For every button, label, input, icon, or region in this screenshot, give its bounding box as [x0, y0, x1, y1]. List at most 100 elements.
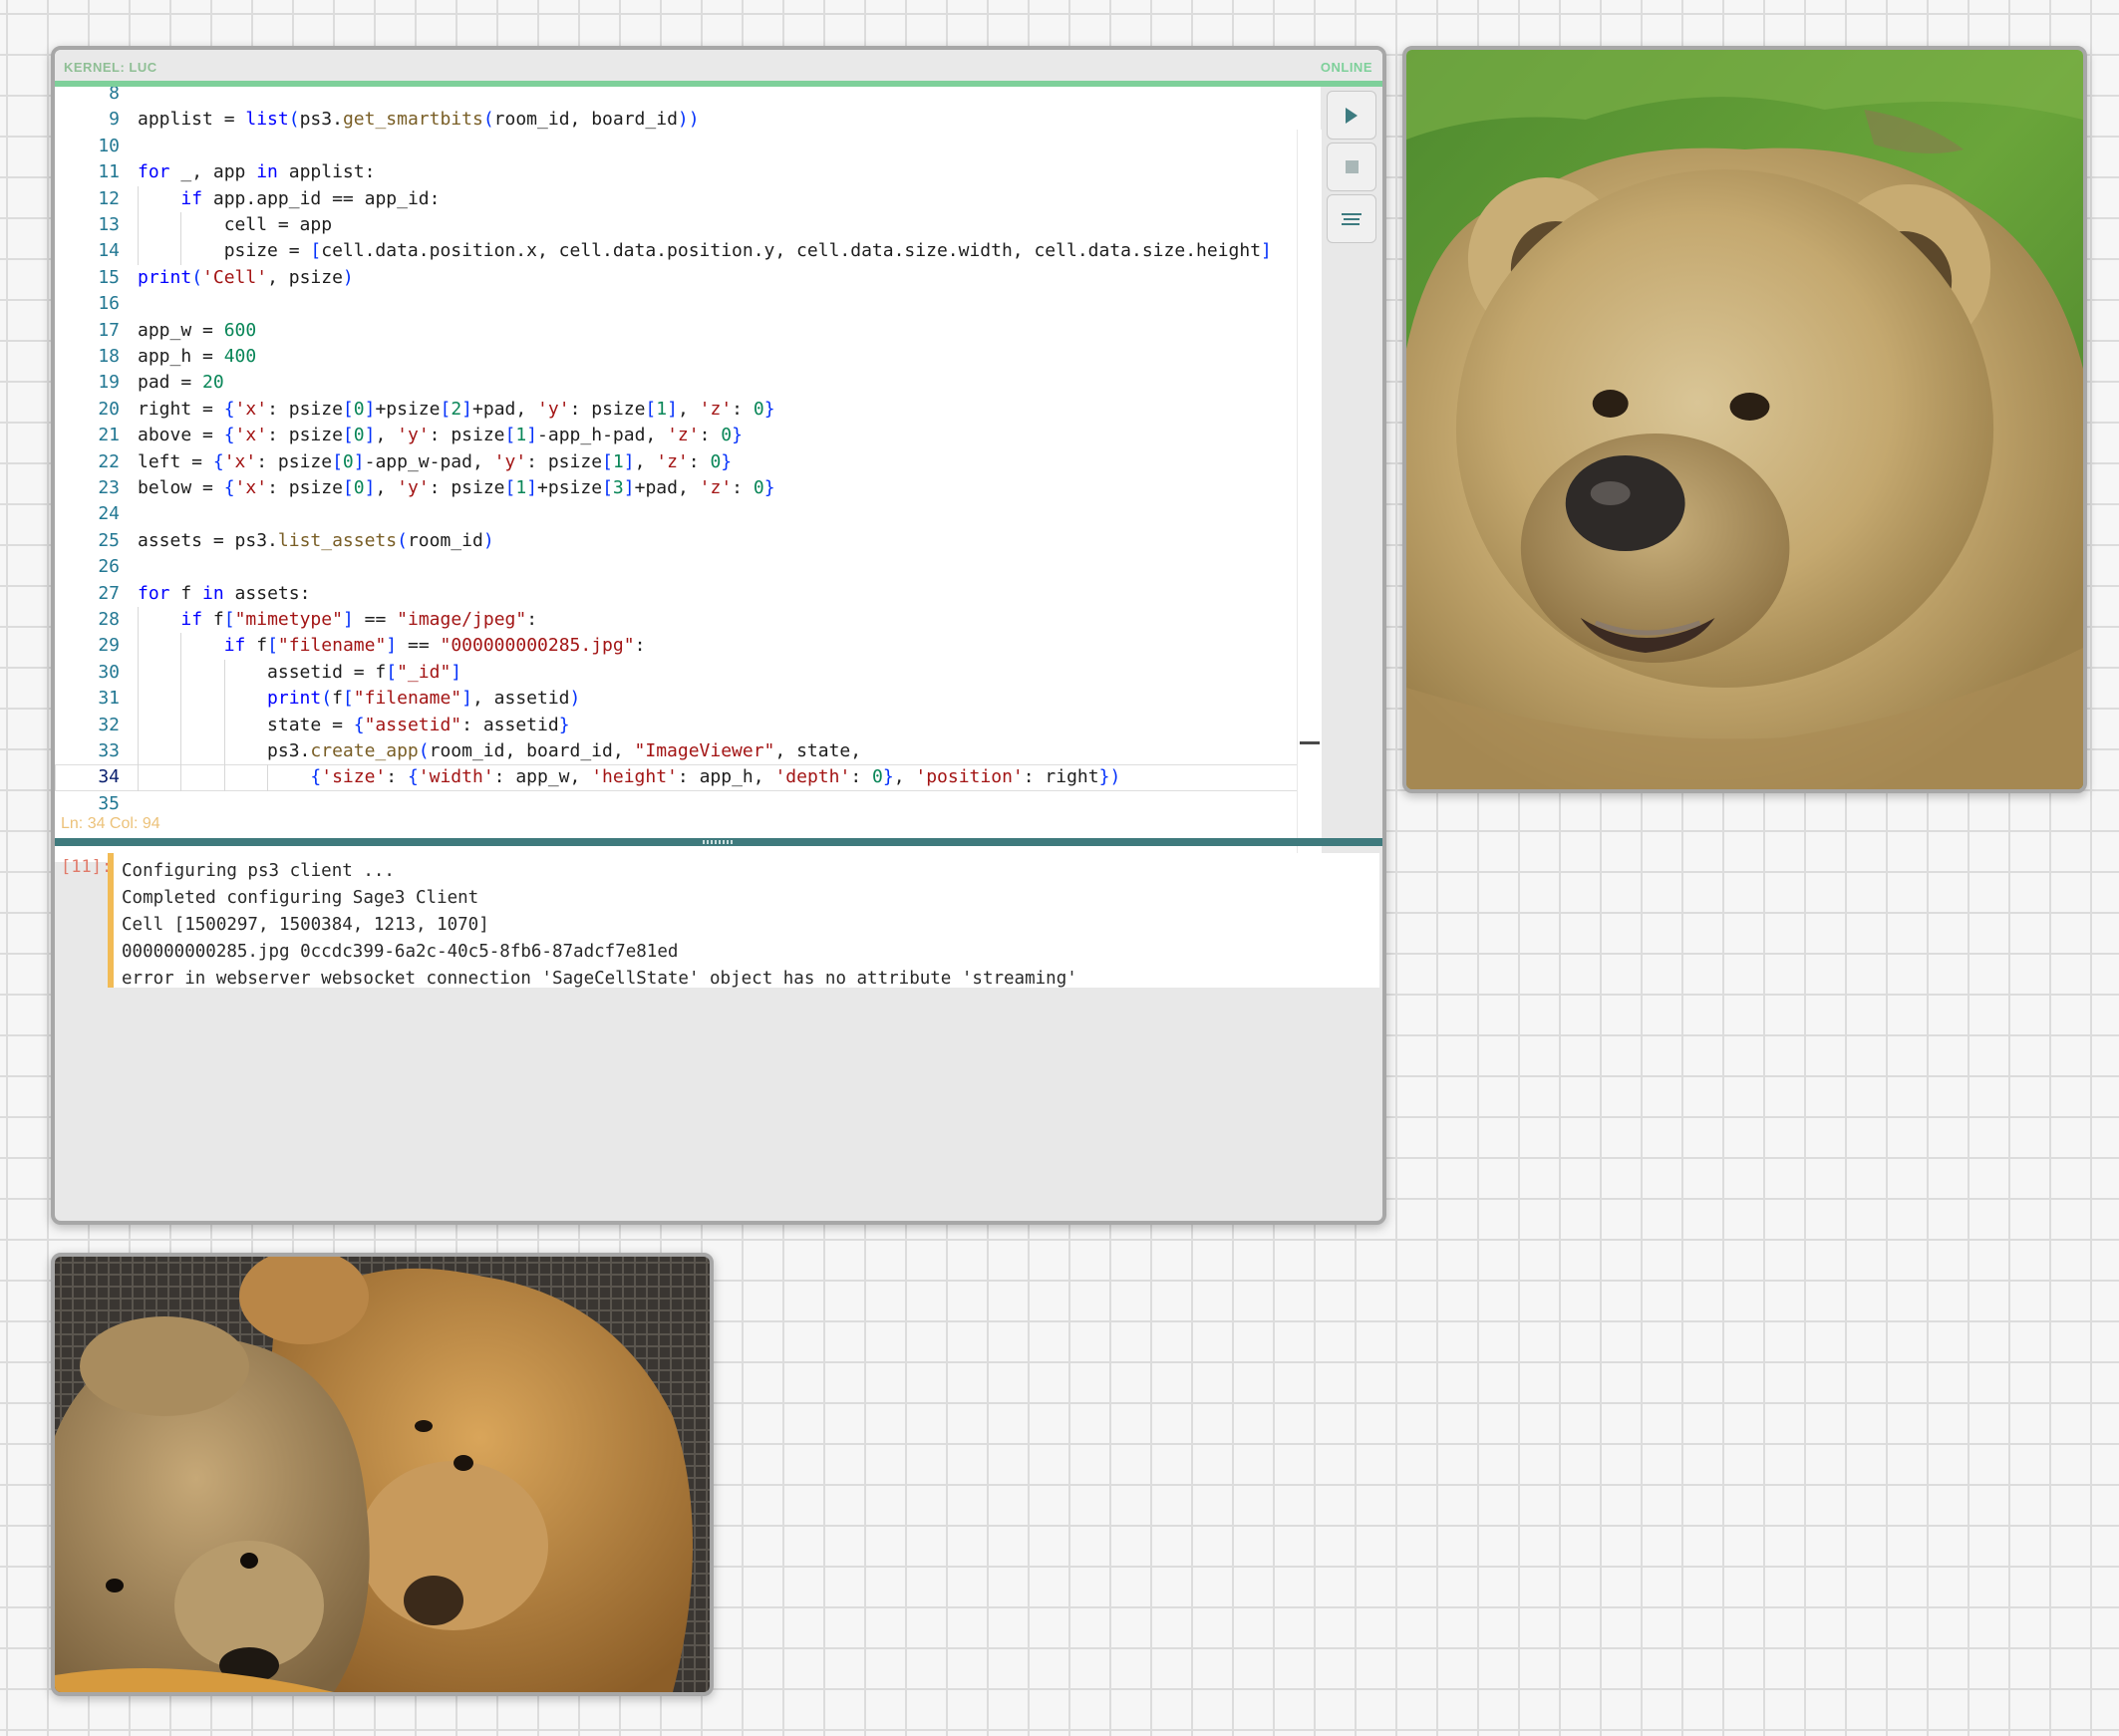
indent-guide — [138, 686, 139, 713]
stop-button[interactable] — [1327, 143, 1376, 191]
code-line[interactable]: 32 state = {"assetid": assetid} — [55, 712, 1321, 738]
cell-toolbar — [1327, 91, 1378, 246]
code-line[interactable]: 16 — [55, 291, 1321, 317]
code-text: if app.app_id == app_id: — [180, 187, 441, 209]
indent-guide — [138, 238, 139, 265]
kernel-status: ONLINE — [1320, 60, 1372, 75]
output-line: Completed configuring Sage3 Client — [122, 888, 479, 908]
code-line[interactable]: 24 — [55, 501, 1321, 527]
line-number: 25 — [98, 529, 120, 551]
indent-guide — [138, 607, 139, 634]
code-line[interactable]: 15 print('Cell', psize) — [55, 265, 1321, 291]
code-editor[interactable]: 8 9 applist = list(ps3.get_smartbits(room_… — [55, 87, 1321, 862]
code-text: if f["filename"] == "000000000285.jpg": — [223, 635, 646, 657]
code-line[interactable]: 34 {'size': {'width': app_w, 'height': a… — [55, 764, 1321, 791]
code-line[interactable]: 19 pad = 20 — [55, 370, 1321, 396]
stop-icon — [1345, 160, 1359, 173]
indent-guide — [267, 764, 269, 791]
format-lines-icon — [1342, 212, 1362, 225]
line-number: 13 — [98, 214, 120, 235]
code-line[interactable]: 23 below = {'x': psize[0], 'y': psize[1]+… — [55, 475, 1321, 501]
indent-guide — [223, 686, 225, 713]
line-number: 28 — [98, 609, 120, 630]
code-line[interactable]: 14 psize = [cell.data.position.x, cell.d… — [55, 238, 1321, 265]
code-text: print('Cell', psize) — [138, 266, 354, 288]
line-number: 23 — [98, 477, 120, 498]
divider-drag-handle[interactable] — [703, 840, 735, 844]
line-number: 17 — [98, 319, 120, 341]
line-number: 35 — [98, 792, 120, 814]
indent-guide — [223, 712, 225, 738]
code-text: assetid = f["_id"] — [138, 661, 462, 683]
code-text: {'size': {'width': app_w, 'height': app_… — [310, 766, 1121, 788]
cell-titlebar[interactable]: KERNEL: LUC ONLINE — [55, 50, 1382, 87]
code-line[interactable]: 21 above = {'x': psize[0], 'y': psize[1]-… — [55, 423, 1321, 448]
code-line[interactable]: 31 print(f["filename"], assetid) — [55, 686, 1321, 713]
indent-guide — [138, 764, 139, 791]
code-text: cell = app — [138, 214, 333, 235]
format-button[interactable] — [1327, 194, 1376, 243]
execution-count: [11]: — [61, 857, 113, 877]
kernel-label: KERNEL: LUC — [64, 60, 157, 75]
code-line[interactable]: 33 ps3.create_app(room_id, board_id, "Im… — [55, 738, 1321, 765]
code-line[interactable]: 22 left = {'x': psize[0]-app_w-pad, 'y': … — [55, 449, 1321, 475]
play-icon — [1346, 107, 1358, 124]
output-line: Configuring ps3 client ... — [122, 861, 395, 881]
line-number: 16 — [98, 293, 120, 315]
code-line[interactable]: 35 — [55, 791, 1321, 817]
code-line[interactable]: 27 for f in assets: — [55, 581, 1321, 607]
indent-guide — [180, 686, 182, 713]
code-line[interactable]: 29 if f["filename"] == "000000000285.jpg… — [55, 633, 1321, 660]
code-line[interactable]: 20 right = {'x': psize[0]+psize[2]+pad, '… — [55, 397, 1321, 423]
code-line[interactable]: 26 — [55, 554, 1321, 580]
code-line[interactable]: 28 if f["mimetype"] == "image/jpeg": — [55, 607, 1321, 634]
code-text: above = {'x': psize[0], 'y': psize[1]-ap… — [138, 425, 743, 446]
code-line[interactable]: 10 — [55, 134, 1321, 159]
code-text: if f["mimetype"] == "image/jpeg": — [180, 609, 538, 630]
code-text: below = {'x': psize[0], 'y': psize[1]+ps… — [138, 477, 775, 498]
line-number: 19 — [98, 372, 120, 394]
indent-guide — [223, 738, 225, 765]
output-line: 000000000285.jpg 0ccdc399-6a2c-40c5-8fb6… — [122, 942, 679, 962]
output-line: error in webserver websocket connection … — [122, 969, 1077, 989]
code-text: for _, app in applist: — [138, 161, 376, 183]
code-line[interactable]: 30 assetid = f["_id"] — [55, 659, 1321, 687]
line-number: 8 — [109, 87, 120, 104]
line-number: 21 — [98, 425, 120, 446]
bear-image-viewer[interactable] — [1402, 46, 2087, 793]
indent-guide — [180, 212, 182, 239]
code-text: pad = 20 — [138, 372, 224, 394]
output-line: Cell [1500297, 1500384, 1213, 1070] — [122, 915, 489, 935]
indent-guide — [138, 185, 139, 212]
code-line[interactable]: 9 applist = list(ps3.get_smartbits(room_i… — [55, 107, 1321, 133]
line-number: 14 — [98, 240, 120, 262]
indent-guide — [180, 238, 182, 265]
line-number: 22 — [98, 450, 120, 472]
teddy-bears-image-viewer[interactable] — [51, 1253, 714, 1696]
indent-guide — [180, 633, 182, 660]
code-text: left = {'x': psize[0]-app_w-pad, 'y': ps… — [138, 450, 733, 472]
line-number: 10 — [98, 135, 120, 156]
cell-output: Configuring ps3 client ... Completed conf… — [108, 853, 1379, 989]
code-text: print(f["filename"], assetid) — [267, 688, 581, 710]
code-text: app_h = 400 — [138, 346, 257, 367]
code-line[interactable]: 13 cell = app — [55, 212, 1321, 239]
code-line[interactable]: 11 for _, app in applist: — [55, 159, 1321, 185]
line-number: 15 — [98, 266, 120, 288]
code-line[interactable]: 8 — [55, 87, 1321, 107]
code-line[interactable]: 25 assets = ps3.list_assets(room_id) — [55, 528, 1321, 554]
code-line[interactable]: 12 if app.app_id == app_id: — [55, 185, 1321, 212]
sage-cell-window[interactable]: KERNEL: LUC ONLINE 8 9 applist = list(ps3.… — [51, 46, 1386, 1225]
indent-guide — [180, 764, 182, 791]
code-text: app_w = 600 — [138, 319, 257, 341]
code-line[interactable]: 18 app_h = 400 — [55, 344, 1321, 370]
scrollbar-cursor-marker — [1300, 741, 1320, 744]
run-button[interactable] — [1327, 91, 1376, 140]
line-number: 20 — [98, 398, 120, 420]
code-text: for f in assets: — [138, 582, 311, 604]
line-number: 12 — [98, 187, 120, 209]
line-number: 27 — [98, 582, 120, 604]
editor-scrollbar[interactable] — [1297, 130, 1322, 861]
code-line[interactable]: 17 app_w = 600 — [55, 318, 1321, 344]
line-number: 33 — [98, 740, 120, 761]
